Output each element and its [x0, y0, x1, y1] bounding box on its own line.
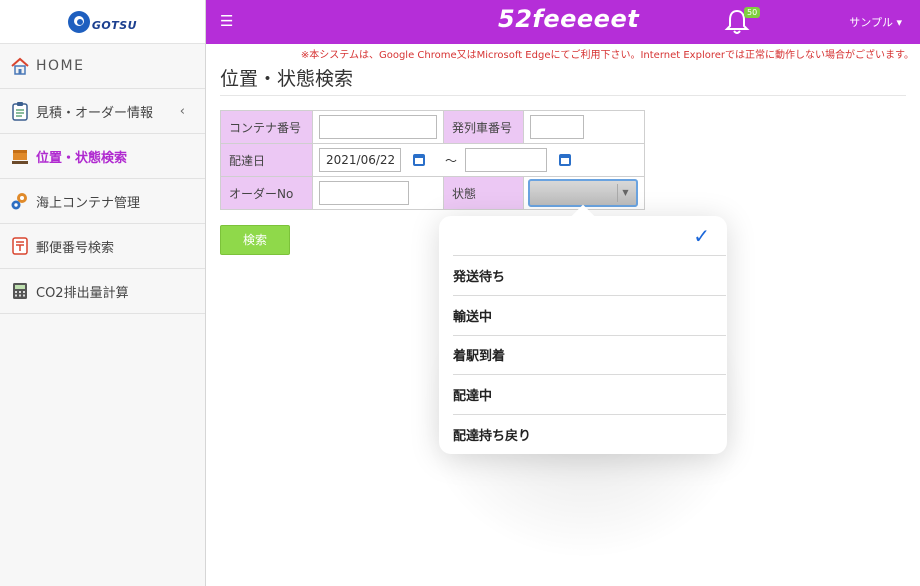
sidebar-item-label: 見積・オーダー情報 — [36, 105, 154, 121]
search-button[interactable]: 検索 — [220, 225, 290, 255]
home-icon — [10, 56, 30, 76]
postal-icon — [10, 236, 30, 256]
clipboard-icon — [10, 101, 30, 121]
sidebar-item-postal-search[interactable]: 郵便番号検索 — [0, 224, 205, 269]
dropdown-option[interactable]: 配達持ち戻り — [453, 414, 726, 454]
calculator-icon — [10, 281, 30, 301]
package-icon — [10, 146, 30, 166]
train-no-label: 発列車番号 — [443, 110, 524, 144]
gears-icon — [10, 191, 30, 211]
status-dropdown-popover: ✓ 発送待ち 輸送中 着駅到着 配達中 配達持ち戻り — [439, 216, 727, 454]
order-no-input[interactable] — [319, 181, 409, 205]
sidebar-item-container-management[interactable]: 海上コンテナ管理 — [0, 179, 205, 224]
notification-badge: 50 — [744, 7, 761, 18]
logo-text: GOTSU — [91, 19, 138, 32]
brand-title: 52feeeeet — [498, 5, 640, 33]
top-bar: ☰ 52feeeeet 50 サンプル ▾ — [206, 0, 920, 44]
logo-mark-icon — [67, 10, 90, 33]
title-divider — [220, 95, 906, 96]
logo[interactable]: GOTSU — [0, 0, 205, 44]
dropdown-option-blank[interactable]: ✓ — [453, 216, 726, 256]
date-range-separator: ～ — [445, 153, 458, 168]
checkmark-icon: ✓ — [693, 224, 710, 248]
sidebar-item-label: HOME — [36, 58, 85, 74]
sidebar-item-location-search[interactable]: 位置・状態検索 — [0, 134, 205, 179]
sidebar: GOTSU HOME 見積・オーダー情報 ‹ 位置・状態検索 海上コンテナ管理 … — [0, 0, 206, 586]
dropdown-option[interactable]: 輸送中 — [453, 296, 726, 336]
page-title: 位置・状態検索 — [220, 68, 354, 90]
chevron-left-icon: ‹ — [179, 103, 185, 119]
sidebar-item-estimate-order[interactable]: 見積・オーダー情報 ‹ — [0, 89, 205, 134]
delivery-date-label: 配達日 — [220, 143, 313, 177]
container-no-label: コンテナ番号 — [220, 110, 313, 144]
sidebar-item-label: 位置・状態検索 — [36, 150, 128, 166]
status-label: 状態 — [443, 176, 524, 210]
sidebar-item-home[interactable]: HOME — [0, 44, 205, 89]
sidebar-item-label: 海上コンテナ管理 — [36, 195, 141, 211]
user-menu[interactable]: サンプル ▾ — [849, 14, 902, 30]
dropdown-option[interactable]: 発送待ち — [453, 256, 726, 296]
calendar-icon[interactable] — [559, 154, 571, 166]
hamburger-menu-icon[interactable]: ☰ — [220, 12, 233, 30]
container-no-input[interactable] — [319, 115, 437, 139]
dropdown-option[interactable]: 配達中 — [453, 375, 726, 415]
status-select[interactable]: ▼ — [528, 179, 638, 207]
delivery-date-from-input[interactable]: 2021/06/22 — [319, 148, 401, 172]
sidebar-item-label: CO2排出量計算 — [36, 285, 129, 301]
sidebar-item-co2-calc[interactable]: CO2排出量計算 — [0, 269, 205, 314]
dropdown-option[interactable]: 着駅到着 — [453, 335, 726, 375]
dropdown-arrow-icon: ▼ — [617, 184, 633, 202]
browser-notice: ※本システムは、Google Chrome又はMicrosoft Edgeにてご… — [300, 50, 914, 61]
order-no-label: オーダーNo — [220, 176, 313, 210]
train-no-input[interactable] — [530, 115, 584, 139]
sidebar-item-label: 郵便番号検索 — [36, 240, 115, 256]
delivery-date-to-input[interactable] — [465, 148, 547, 172]
search-form: コンテナ番号 発列車番号 配達日 2021/06/22 ～ オーダーNo 状態 — [220, 110, 645, 210]
calendar-icon[interactable] — [413, 154, 425, 166]
